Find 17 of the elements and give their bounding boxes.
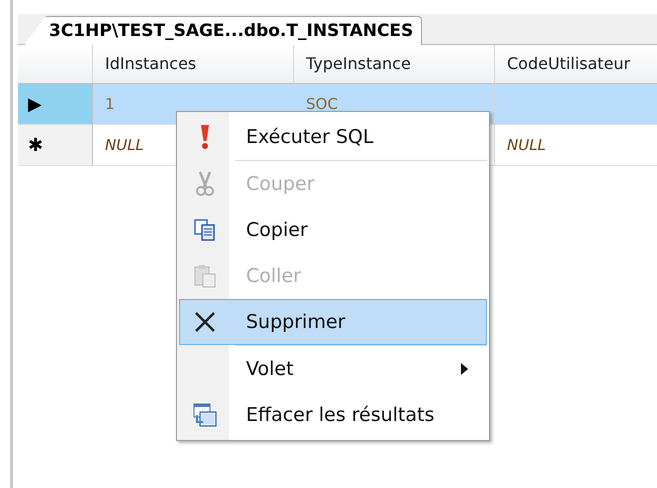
menu-item[interactable]: Copier xyxy=(179,207,487,253)
table-cell: NULL xyxy=(495,125,657,166)
delete-icon xyxy=(194,311,216,333)
scissors-icon xyxy=(196,171,214,197)
column-header[interactable]: TypeInstance xyxy=(294,45,495,84)
exclamation-icon xyxy=(199,124,211,150)
row-header[interactable]: ▶ xyxy=(18,84,93,125)
paste-icon xyxy=(194,264,216,288)
menu-item[interactable]: Volet xyxy=(179,346,487,392)
copy-icon xyxy=(194,219,216,241)
document-tab[interactable]: 3C1HP\TEST_SAGE...dbo.T_INSTANCES xyxy=(24,16,422,45)
column-header[interactable]: IdInstances xyxy=(93,45,294,84)
menu-item[interactable]: Effacer les résultats xyxy=(179,392,487,438)
menu-item[interactable]: Supprimer xyxy=(179,299,487,345)
submenu-arrow-icon xyxy=(461,363,468,375)
row-header[interactable]: ✱ xyxy=(18,125,93,166)
clear-results-icon xyxy=(193,403,217,427)
